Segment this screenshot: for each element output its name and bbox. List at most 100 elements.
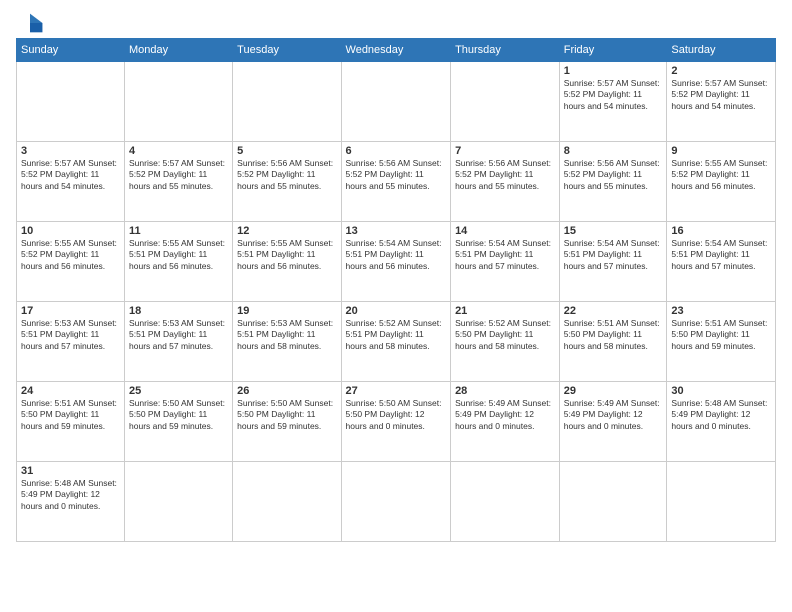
day-number: 5 — [237, 145, 336, 157]
day-info: Sunrise: 5:55 AM Sunset: 5:52 PM Dayligh… — [21, 238, 120, 272]
day-number: 26 — [237, 385, 336, 397]
day-info: Sunrise: 5:55 AM Sunset: 5:52 PM Dayligh… — [671, 158, 771, 192]
day-info: Sunrise: 5:53 AM Sunset: 5:51 PM Dayligh… — [129, 318, 228, 352]
day-number: 31 — [21, 465, 120, 477]
calendar-cell: 1Sunrise: 5:57 AM Sunset: 5:52 PM Daylig… — [559, 62, 667, 142]
day-info: Sunrise: 5:56 AM Sunset: 5:52 PM Dayligh… — [346, 158, 447, 192]
day-number: 19 — [237, 305, 336, 317]
day-info: Sunrise: 5:49 AM Sunset: 5:49 PM Dayligh… — [564, 398, 663, 432]
day-info: Sunrise: 5:57 AM Sunset: 5:52 PM Dayligh… — [671, 78, 771, 112]
day-info: Sunrise: 5:50 AM Sunset: 5:50 PM Dayligh… — [129, 398, 228, 432]
day-info: Sunrise: 5:55 AM Sunset: 5:51 PM Dayligh… — [237, 238, 336, 272]
calendar-cell — [341, 462, 451, 542]
day-number: 21 — [455, 305, 555, 317]
header-monday: Monday — [125, 39, 233, 62]
calendar-cell: 25Sunrise: 5:50 AM Sunset: 5:50 PM Dayli… — [125, 382, 233, 462]
day-number: 12 — [237, 225, 336, 237]
day-number: 14 — [455, 225, 555, 237]
calendar-cell: 15Sunrise: 5:54 AM Sunset: 5:51 PM Dayli… — [559, 222, 667, 302]
day-info: Sunrise: 5:55 AM Sunset: 5:51 PM Dayligh… — [129, 238, 228, 272]
day-number: 11 — [129, 225, 228, 237]
page: Sunday Monday Tuesday Wednesday Thursday… — [0, 0, 792, 612]
calendar-cell: 22Sunrise: 5:51 AM Sunset: 5:50 PM Dayli… — [559, 302, 667, 382]
calendar-cell: 11Sunrise: 5:55 AM Sunset: 5:51 PM Dayli… — [125, 222, 233, 302]
day-info: Sunrise: 5:52 AM Sunset: 5:50 PM Dayligh… — [455, 318, 555, 352]
day-number: 29 — [564, 385, 663, 397]
day-info: Sunrise: 5:54 AM Sunset: 5:51 PM Dayligh… — [564, 238, 663, 272]
day-info: Sunrise: 5:56 AM Sunset: 5:52 PM Dayligh… — [455, 158, 555, 192]
day-number: 9 — [671, 145, 771, 157]
calendar-week-row: 1Sunrise: 5:57 AM Sunset: 5:52 PM Daylig… — [17, 62, 776, 142]
day-info: Sunrise: 5:48 AM Sunset: 5:49 PM Dayligh… — [21, 478, 120, 512]
day-number: 22 — [564, 305, 663, 317]
calendar-cell: 18Sunrise: 5:53 AM Sunset: 5:51 PM Dayli… — [125, 302, 233, 382]
day-number: 28 — [455, 385, 555, 397]
calendar: Sunday Monday Tuesday Wednesday Thursday… — [16, 38, 776, 542]
calendar-cell: 28Sunrise: 5:49 AM Sunset: 5:49 PM Dayli… — [451, 382, 560, 462]
calendar-cell: 17Sunrise: 5:53 AM Sunset: 5:51 PM Dayli… — [17, 302, 125, 382]
day-number: 2 — [671, 65, 771, 77]
calendar-cell: 30Sunrise: 5:48 AM Sunset: 5:49 PM Dayli… — [667, 382, 776, 462]
day-number: 20 — [346, 305, 447, 317]
day-info: Sunrise: 5:54 AM Sunset: 5:51 PM Dayligh… — [455, 238, 555, 272]
day-info: Sunrise: 5:53 AM Sunset: 5:51 PM Dayligh… — [237, 318, 336, 352]
weekday-header-row: Sunday Monday Tuesday Wednesday Thursday… — [17, 39, 776, 62]
calendar-cell: 26Sunrise: 5:50 AM Sunset: 5:50 PM Dayli… — [233, 382, 341, 462]
calendar-week-row: 24Sunrise: 5:51 AM Sunset: 5:50 PM Dayli… — [17, 382, 776, 462]
day-number: 13 — [346, 225, 447, 237]
day-info: Sunrise: 5:53 AM Sunset: 5:51 PM Dayligh… — [21, 318, 120, 352]
calendar-week-row: 3 Sunrise: 5:57 AM Sunset: 5:52 PM Daylig… — [17, 142, 776, 222]
day-number: 1 — [564, 65, 663, 77]
calendar-cell — [233, 62, 341, 142]
day-info: Sunrise: 5:52 AM Sunset: 5:51 PM Dayligh… — [346, 318, 447, 352]
day-number: 10 — [21, 225, 120, 237]
day-number: 7 — [455, 145, 555, 157]
header-friday: Friday — [559, 39, 667, 62]
day-info: Sunrise: 5:57 AM Sunset: 5:52 PM Dayligh… — [564, 78, 663, 112]
calendar-cell — [667, 462, 776, 542]
day-number: 8 — [564, 145, 663, 157]
calendar-cell: 9Sunrise: 5:55 AM Sunset: 5:52 PM Daylig… — [667, 142, 776, 222]
header-wednesday: Wednesday — [341, 39, 451, 62]
calendar-cell: 10Sunrise: 5:55 AM Sunset: 5:52 PM Dayli… — [17, 222, 125, 302]
calendar-cell: 2Sunrise: 5:57 AM Sunset: 5:52 PM Daylig… — [667, 62, 776, 142]
calendar-cell: 3Sunrise: 5:57 AM Sunset: 5:52 PM Daylig… — [17, 142, 125, 222]
calendar-cell: 7Sunrise: 5:56 AM Sunset: 5:52 PM Daylig… — [451, 142, 560, 222]
header-sunday: Sunday — [17, 39, 125, 62]
day-number: 23 — [671, 305, 771, 317]
calendar-cell: 5Sunrise: 5:56 AM Sunset: 5:52 PM Daylig… — [233, 142, 341, 222]
day-number: 30 — [671, 385, 771, 397]
calendar-cell: 29Sunrise: 5:49 AM Sunset: 5:49 PM Dayli… — [559, 382, 667, 462]
calendar-cell — [451, 62, 560, 142]
calendar-week-row: 17Sunrise: 5:53 AM Sunset: 5:51 PM Dayli… — [17, 302, 776, 382]
calendar-cell: 23Sunrise: 5:51 AM Sunset: 5:50 PM Dayli… — [667, 302, 776, 382]
day-number: 27 — [346, 385, 447, 397]
calendar-cell — [125, 462, 233, 542]
calendar-cell: 20Sunrise: 5:52 AM Sunset: 5:51 PM Dayli… — [341, 302, 451, 382]
day-info: Sunrise: 5:49 AM Sunset: 5:49 PM Dayligh… — [455, 398, 555, 432]
day-info: Sunrise: 5:57 AM Sunset: 5:52 PM Dayligh… — [129, 158, 228, 192]
day-info: Sunrise: 5:50 AM Sunset: 5:50 PM Dayligh… — [237, 398, 336, 432]
calendar-cell: 27Sunrise: 5:50 AM Sunset: 5:50 PM Dayli… — [341, 382, 451, 462]
calendar-cell — [451, 462, 560, 542]
calendar-cell — [233, 462, 341, 542]
day-number: 3 — [21, 145, 120, 157]
calendar-cell — [341, 62, 451, 142]
day-number: 25 — [129, 385, 228, 397]
day-number: 24 — [21, 385, 120, 397]
calendar-cell: 8Sunrise: 5:56 AM Sunset: 5:52 PM Daylig… — [559, 142, 667, 222]
header-saturday: Saturday — [667, 39, 776, 62]
calendar-week-row: 31Sunrise: 5:48 AM Sunset: 5:49 PM Dayli… — [17, 462, 776, 542]
day-info: Sunrise: 5:50 AM Sunset: 5:50 PM Dayligh… — [346, 398, 447, 432]
day-info: Sunrise: 5:51 AM Sunset: 5:50 PM Dayligh… — [564, 318, 663, 352]
day-info: Sunrise: 5:51 AM Sunset: 5:50 PM Dayligh… — [671, 318, 771, 352]
day-info: Sunrise: 5:56 AM Sunset: 5:52 PM Dayligh… — [564, 158, 663, 192]
logo-icon — [16, 12, 44, 34]
calendar-cell — [559, 462, 667, 542]
day-info: Sunrise: 5:51 AM Sunset: 5:50 PM Dayligh… — [21, 398, 120, 432]
calendar-cell: 6Sunrise: 5:56 AM Sunset: 5:52 PM Daylig… — [341, 142, 451, 222]
calendar-cell — [125, 62, 233, 142]
day-number: 15 — [564, 225, 663, 237]
calendar-week-row: 10Sunrise: 5:55 AM Sunset: 5:52 PM Dayli… — [17, 222, 776, 302]
calendar-cell: 4Sunrise: 5:57 AM Sunset: 5:52 PM Daylig… — [125, 142, 233, 222]
